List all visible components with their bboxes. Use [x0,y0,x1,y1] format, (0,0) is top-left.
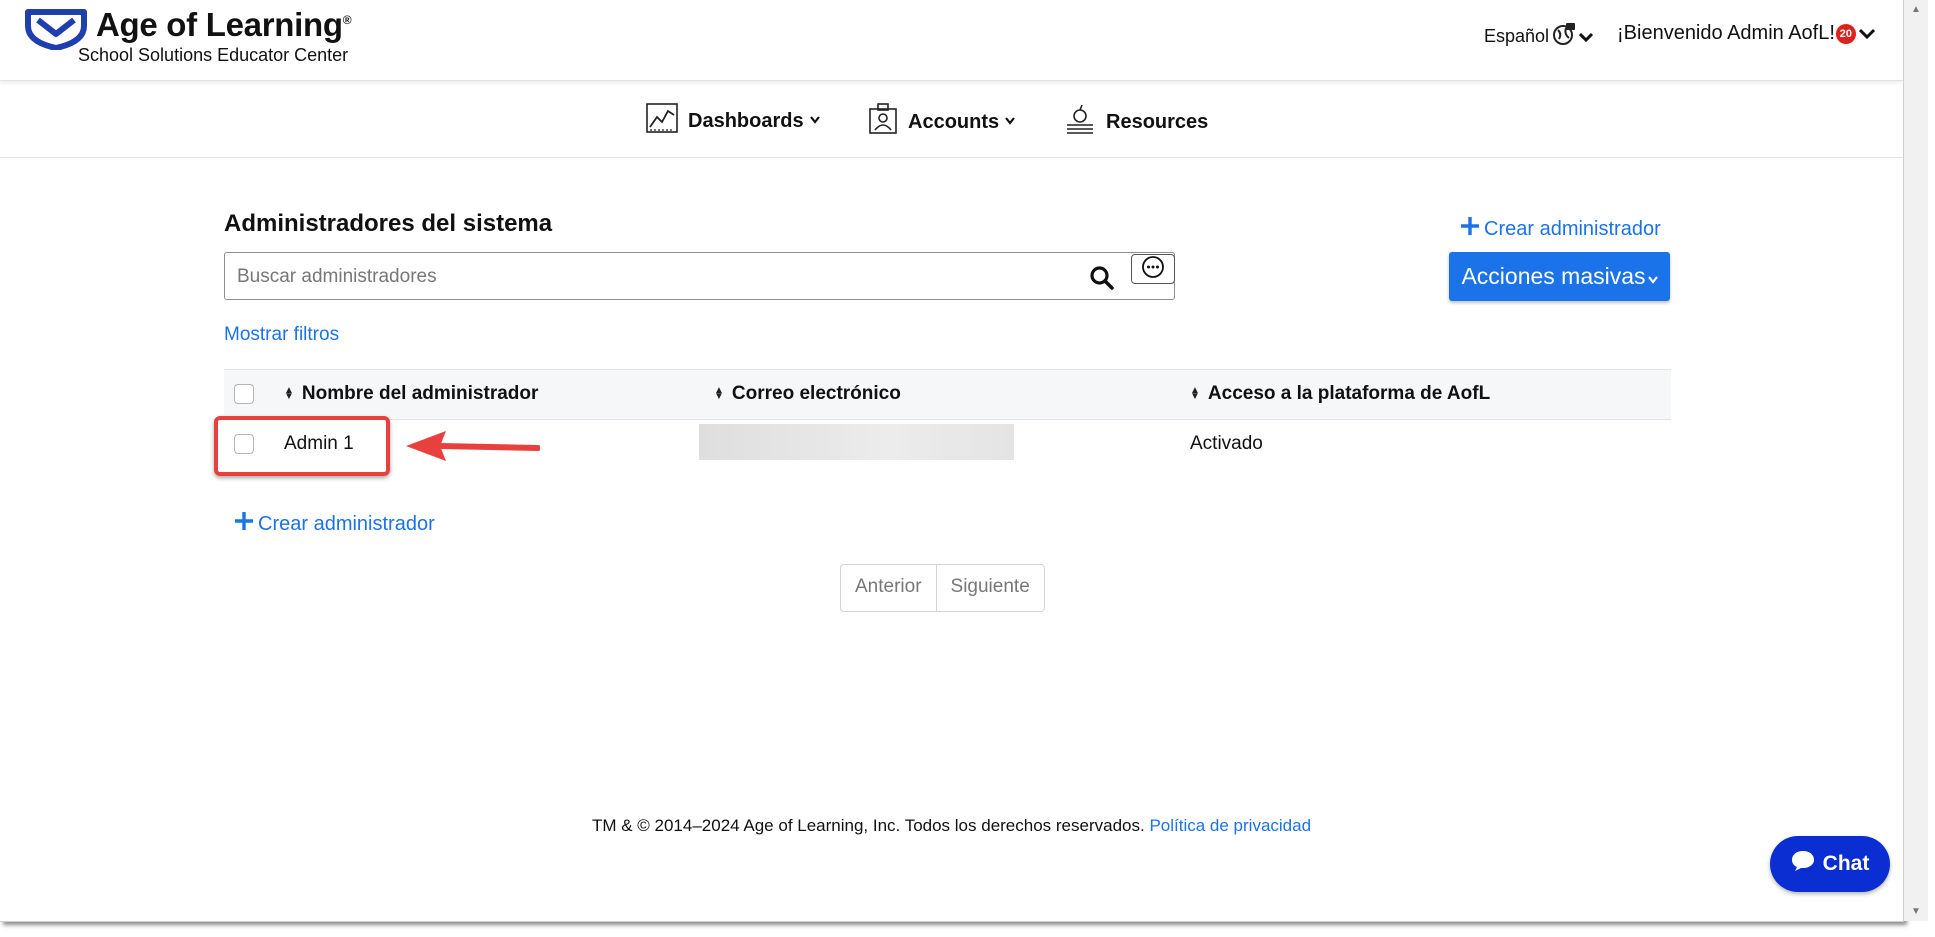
sort-icon: ▲ ▼ [284,385,294,402]
chart-icon [646,103,678,139]
brand-subtitle: School Solutions Educator Center [78,45,349,65]
more-options-button[interactable] [1131,254,1175,284]
column-header-access[interactable]: ▲ ▼ Acceso a la plataforma de AofL [1190,383,1490,405]
column-label: Nombre del administrador [301,383,539,404]
browser-page: Age of Learning® School Solutions Educat… [0,0,1904,922]
show-filters-link[interactable]: Mostrar filtros [224,324,339,346]
chat-label: Chat [1822,852,1870,875]
globe-icon [1552,22,1576,51]
column-label: Acceso a la plataforma de AofL [1207,383,1491,404]
page-title: Administradores del sistema [224,210,553,237]
plus-icon [1460,216,1480,242]
welcome-text: ¡Bienvenido Admin AofL! [1617,22,1835,44]
nav-label-accounts: Accounts [908,110,1000,133]
sort-icon: ▲ ▼ [714,385,724,402]
chevron-down-icon [1579,26,1594,47]
copyright-text: TM & © 2014–2024 Age of Learning, Inc. T… [591,816,1145,835]
footer: TM & © 2014–2024 Age of Learning, Inc. T… [0,816,1903,836]
bulk-actions-button[interactable]: Acciones masivas [1449,252,1670,301]
chevron-down-icon [1647,263,1658,290]
registered-mark: ® [342,13,352,27]
search-box [224,252,1175,301]
resources-icon [1064,103,1096,141]
language-selector[interactable]: Español [1484,22,1594,51]
accounts-icon [868,103,898,141]
search-icon[interactable] [1089,265,1115,296]
column-header-email[interactable]: ▲ ▼ Correo electrónico [714,383,901,405]
user-menu[interactable]: ¡Bienvenido Admin AofL! 20 [1617,22,1875,45]
search-input[interactable] [225,253,1099,301]
scroll-down-icon[interactable]: ▼ [1911,906,1921,917]
next-page-button[interactable]: Siguiente [935,565,1044,611]
chevron-down-icon [809,115,820,127]
column-label: Correo electrónico [731,383,901,404]
sort-icon: ▲ ▼ [1190,385,1200,402]
create-admin-label: Crear administrador [258,512,435,535]
scroll-up-icon[interactable]: ▲ [1911,4,1921,15]
redacted-email-cell [699,424,1014,460]
pagination: Anterior Siguiente [840,564,1045,612]
chevron-down-icon [1005,116,1015,128]
brand-name: Age of Learning® [96,6,352,44]
previous-page-button[interactable]: Anterior [841,565,936,611]
select-all-checkbox[interactable] [234,384,254,404]
scrollbar[interactable]: ▲ ▼ [1904,0,1928,921]
nav-dashboards[interactable]: Dashboards [646,103,820,139]
nav-accounts[interactable]: Accounts [868,103,1015,141]
brand-name-text: Age of Learning [96,6,343,43]
column-header-name[interactable]: ▲ ▼ Nombre del administrador [284,383,538,405]
language-label: Español [1484,26,1550,46]
privacy-policy-link[interactable]: Política de privacidad [1149,816,1311,835]
access-status-cell: Activado [1190,433,1263,454]
chat-button[interactable]: Chat [1770,836,1890,892]
create-admin-link-bottom[interactable]: Crear administrador [234,511,435,537]
notification-badge: 20 [1835,23,1856,44]
arrow-annotation-icon [404,428,541,469]
bulk-actions-label: Acciones masivas [1461,263,1646,289]
nav-label-dashboards: Dashboards [688,109,804,132]
highlight-annotation-box [214,416,390,476]
nav-resources[interactable]: Resources [1064,103,1208,141]
create-admin-label: Crear administrador [1484,217,1661,240]
top-header: Age of Learning® School Solutions Educat… [0,0,1903,81]
more-dots-icon [1141,255,1165,284]
create-admin-link-top[interactable]: Crear administrador [1460,216,1661,242]
chevron-down-icon [1858,22,1875,45]
plus-icon [234,511,254,537]
table-header: ▲ ▼ Nombre del administrador ▲ ▼ Correo el… [224,369,1671,420]
main-nav: Dashboards Accounts Resources [0,81,1903,158]
chat-bubble-icon [1791,850,1815,878]
nav-label-resources: Resources [1106,110,1209,133]
